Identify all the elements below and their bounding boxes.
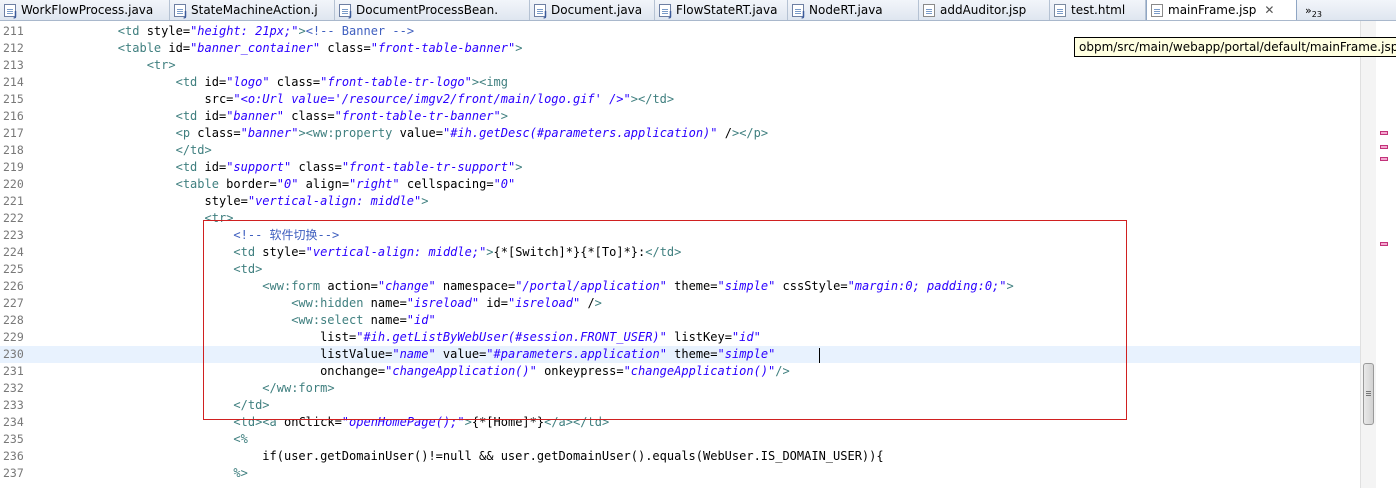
code-text: <td id="support" class="front-table-tr-s… xyxy=(175,160,523,174)
close-tab-icon[interactable]: ✕ xyxy=(1264,3,1274,17)
code-text: %> xyxy=(233,466,248,480)
editor-tab[interactable]: mainFrame.jsp ✕ xyxy=(1146,0,1297,20)
line-number: 212 xyxy=(3,41,24,55)
java-file-icon xyxy=(659,3,672,19)
line-number: 232 xyxy=(3,381,24,395)
code-text: <td id="logo" class="front-table-tr-logo… xyxy=(175,75,509,89)
line-number: 237 xyxy=(3,466,24,480)
vertical-scrollbar[interactable] xyxy=(1360,21,1376,488)
line-number: 224 xyxy=(3,245,24,259)
line-number: 218 xyxy=(3,143,24,157)
line-number: 223 xyxy=(3,228,24,242)
code-line[interactable]: 218 </td> xyxy=(0,142,1360,159)
code-text: <p class="banner"><ww:property value="#i… xyxy=(175,126,769,140)
code-line[interactable]: 219 <td id="support" class="front-table-… xyxy=(0,159,1360,176)
hidden-tab-count: 23 xyxy=(1311,9,1322,19)
occurrence-marker[interactable] xyxy=(1380,242,1388,246)
code-line[interactable]: 221 style="vertical-align: middle"> xyxy=(0,193,1360,210)
line-number: 228 xyxy=(3,313,24,327)
line-number: 231 xyxy=(3,364,24,378)
editor-tab[interactable]: NodeRT.java xyxy=(788,0,919,20)
java-file-icon xyxy=(792,3,805,19)
code-text: <td id="banner" class="front-table-tr-ba… xyxy=(175,109,508,123)
tab-label: DocumentProcessBean. xyxy=(356,3,499,17)
editor-tab[interactable]: addAuditor.jsp xyxy=(919,0,1050,20)
line-number: 227 xyxy=(3,296,24,310)
line-number: 221 xyxy=(3,194,24,208)
java-file-icon xyxy=(4,3,17,19)
jsp-file-icon xyxy=(923,3,935,17)
scrollbar-thumb[interactable] xyxy=(1363,363,1374,425)
line-number: 220 xyxy=(3,177,24,191)
line-number: 233 xyxy=(3,398,24,412)
text-cursor xyxy=(819,348,820,363)
code-line[interactable]: 216 <td id="banner" class="front-table-t… xyxy=(0,108,1360,125)
tab-label: addAuditor.jsp xyxy=(940,3,1027,17)
occurrence-marker[interactable] xyxy=(1380,157,1388,161)
java-file-icon xyxy=(339,3,352,19)
line-number: 225 xyxy=(3,262,24,276)
code-text: <td style="height: 21px;"><!-- Banner --… xyxy=(117,24,415,38)
html-file-icon xyxy=(1054,3,1066,17)
tab-label: StateMachineAction.j xyxy=(191,3,318,17)
editor-tab[interactable]: WorkFlowProcess.java xyxy=(0,0,170,20)
line-number: 213 xyxy=(3,58,24,72)
line-number: 211 xyxy=(3,24,24,38)
tab-label: WorkFlowProcess.java xyxy=(21,3,154,17)
line-number: 217 xyxy=(3,126,24,140)
java-file-icon xyxy=(534,3,547,19)
double-chevron-icon: » xyxy=(1305,3,1312,17)
code-line[interactable]: 215 src="<o:Url value='/resource/imgv2/f… xyxy=(0,91,1360,108)
line-number: 230 xyxy=(3,347,24,361)
overview-ruler[interactable] xyxy=(1376,21,1396,488)
code-line[interactable]: 236 if(user.getDomainUser()!=null && use… xyxy=(0,448,1360,465)
jsp-file-icon xyxy=(1151,3,1163,17)
tab-overflow-button[interactable]: » 23 xyxy=(1297,0,1322,20)
code-line[interactable]: 237 %> xyxy=(0,465,1360,482)
line-number: 216 xyxy=(3,109,24,123)
editor-tab[interactable]: FlowStateRT.java xyxy=(655,0,788,20)
code-text: <% xyxy=(233,432,248,446)
line-number: 219 xyxy=(3,160,24,174)
code-text: </td> xyxy=(175,143,212,157)
code-line[interactable]: 235 <% xyxy=(0,431,1360,448)
code-line[interactable]: 220 <table border="0" align="right" cell… xyxy=(0,176,1360,193)
occurrence-marker[interactable] xyxy=(1380,131,1388,135)
line-number: 236 xyxy=(3,449,24,463)
tab-label: test.html xyxy=(1071,3,1126,17)
code-text: <table border="0" align="right" cellspac… xyxy=(175,177,516,191)
code-text: src="<o:Url value='/resource/imgv2/front… xyxy=(60,92,675,106)
editor-tab[interactable]: test.html xyxy=(1050,0,1146,20)
line-number: 235 xyxy=(3,432,24,446)
line-number: 214 xyxy=(3,75,24,89)
tab-label: Document.java xyxy=(551,3,643,17)
code-line[interactable]: 213 <tr> xyxy=(0,57,1360,74)
occurrence-marker[interactable] xyxy=(1380,145,1388,149)
tab-label: mainFrame.jsp xyxy=(1168,3,1257,17)
line-number: 222 xyxy=(3,211,24,225)
line-number: 226 xyxy=(3,279,24,293)
tab-label: FlowStateRT.java xyxy=(676,3,778,17)
editor-tab[interactable]: StateMachineAction.j xyxy=(170,0,335,20)
file-path-tooltip: obpm/src/main/webapp/portal/default/main… xyxy=(1074,37,1396,57)
java-file-icon xyxy=(174,3,187,19)
code-line[interactable]: 217 <p class="banner"><ww:property value… xyxy=(0,125,1360,142)
code-text: <tr> xyxy=(146,58,176,72)
code-text: <table id="banner_container" class="fron… xyxy=(117,41,523,55)
code-line[interactable]: 214 <td id="logo" class="front-table-tr-… xyxy=(0,74,1360,91)
editor-tab[interactable]: DocumentProcessBean. xyxy=(335,0,530,20)
line-number: 229 xyxy=(3,330,24,344)
code-text: style="vertical-align: middle"> xyxy=(60,194,429,208)
line-number: 234 xyxy=(3,415,24,429)
tab-label: NodeRT.java xyxy=(809,3,883,17)
editor-tab-bar: WorkFlowProcess.java StateMachineAction.j… xyxy=(0,0,1396,21)
editor-tab[interactable]: Document.java xyxy=(530,0,655,20)
highlight-box xyxy=(203,220,1127,420)
line-number: 215 xyxy=(3,92,24,106)
code-text: if(user.getDomainUser()!=null && user.ge… xyxy=(60,449,884,463)
